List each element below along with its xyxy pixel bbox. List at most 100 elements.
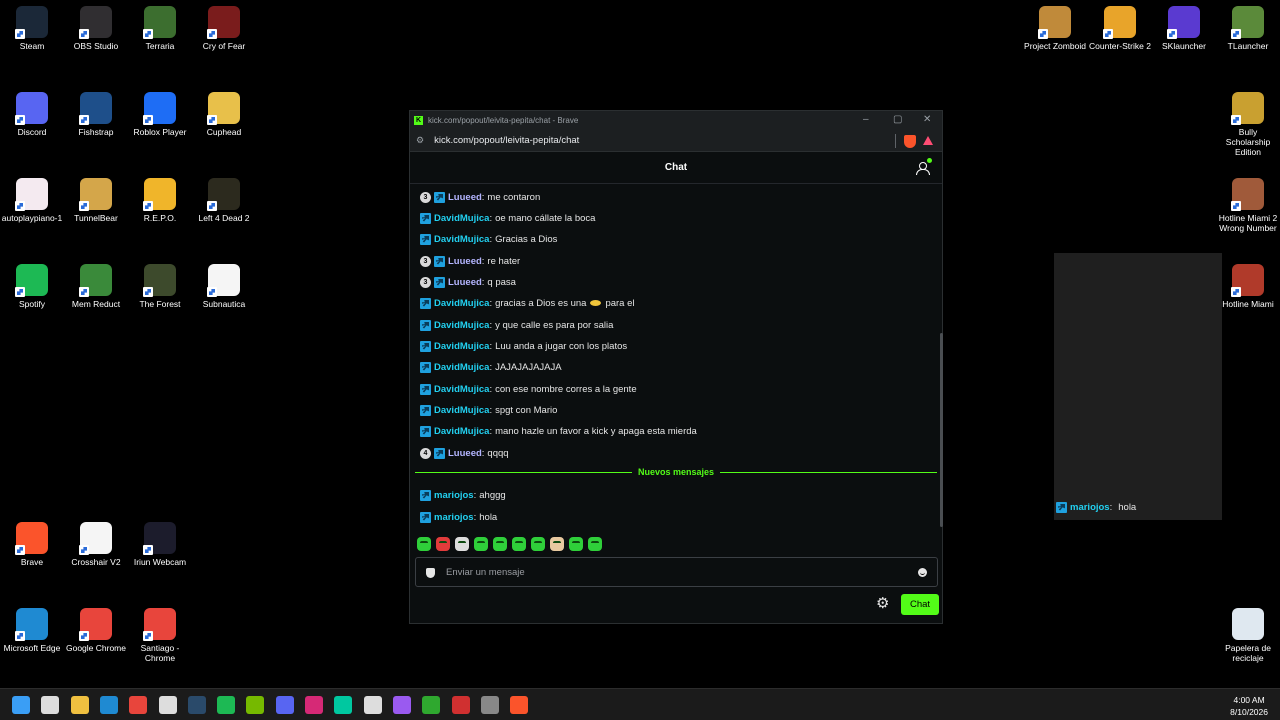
chat-username[interactable]: DavidMujica (434, 320, 489, 331)
taskbar-start-icon[interactable] (12, 696, 30, 714)
desktop-icon-hotline-miami[interactable]: Hotline Miami (1216, 264, 1280, 309)
desktop-icon-fishstrap[interactable]: Fishstrap (64, 92, 128, 137)
clock[interactable]: 4:00 AM 8/10/2026 (1230, 694, 1268, 718)
taskbar-nvidia-icon[interactable] (246, 696, 265, 714)
taskbar-chrome-icon[interactable] (129, 696, 148, 714)
emote-icon[interactable] (417, 537, 431, 551)
chat-username[interactable]: DavidMujica (434, 426, 489, 437)
chat-username[interactable]: mariojos (434, 512, 474, 523)
taskbar-edge-icon[interactable] (99, 696, 118, 714)
chat-username[interactable]: mariojos (434, 490, 474, 501)
desktop-icon-counter-strike-2[interactable]: Counter-Strike 2 (1088, 6, 1152, 51)
chat-text: q pasa (487, 276, 516, 288)
app-icon (143, 522, 176, 555)
app-icon (79, 608, 112, 641)
brave-shield-icon[interactable] (904, 135, 916, 148)
desktop-icon-project-zomboid[interactable]: Project Zomboid (1023, 6, 1087, 51)
taskbar-steam-icon[interactable] (187, 696, 206, 714)
emote-icon[interactable] (569, 537, 583, 551)
shortcut-arrow-icon (15, 631, 25, 641)
desktop-icon-r-e-p-o-[interactable]: R.E.P.O. (128, 178, 192, 223)
url-text[interactable]: kick.com/popout/leivita-pepita/chat (434, 135, 579, 146)
desktop-icon-label: Roblox Player (133, 127, 187, 137)
taskbar-file-explorer-icon[interactable] (70, 696, 89, 714)
message-placeholder[interactable]: Enviar un mensaje (446, 567, 525, 578)
desktop-icon-roblox-player[interactable]: Roblox Player (128, 92, 192, 137)
desktop-icon-hotline-miami-2-wrong-number[interactable]: Hotline Miami 2 Wrong Number (1216, 178, 1280, 233)
desktop-icon-microsoft-edge[interactable]: Microsoft Edge (0, 608, 64, 653)
subscriber-badge-icon (434, 255, 445, 267)
taskbar-terminal-icon[interactable] (334, 696, 353, 714)
taskbar-search-icon[interactable] (41, 696, 60, 714)
taskbar-obs-icon[interactable] (480, 696, 499, 714)
chat-username[interactable]: Luueed (448, 192, 482, 203)
taskbar-app-icon[interactable] (392, 696, 411, 714)
taskbar-app-icon[interactable] (451, 696, 470, 714)
chat-username[interactable]: DavidMujica (434, 298, 489, 309)
scrollbar[interactable] (940, 333, 943, 527)
chat-username[interactable]: DavidMujica (434, 213, 489, 224)
chat-username[interactable]: DavidMujica (434, 384, 489, 395)
taskbar-instagram-icon[interactable] (305, 696, 323, 714)
emote-icon[interactable] (493, 537, 507, 551)
desktop-icon-autoplaypiano-1[interactable]: autoplaypiano-1 (0, 178, 64, 223)
desktop-icon-cry-of-fear[interactable]: Cry of Fear (192, 6, 256, 51)
desktop-icon-brave[interactable]: Brave (0, 522, 64, 567)
desktop-icon-discord[interactable]: Discord (0, 92, 64, 137)
emote-icon[interactable] (512, 537, 526, 551)
desktop-icon-sklauncher[interactable]: SKlauncher (1152, 6, 1216, 51)
settings-gear-icon[interactable]: ⚙ (876, 596, 890, 611)
emote-icon[interactable] (436, 537, 450, 551)
minimize-icon[interactable]: – (863, 114, 869, 125)
taskbar-brave-icon[interactable] (510, 696, 529, 714)
desktop-icon-cuphead[interactable]: Cuphead (192, 92, 256, 137)
desktop-icon-papelera-de-reciclaje[interactable]: Papelera de reciclaje (1216, 608, 1280, 663)
desktop-icon-crosshair-v2[interactable]: Crosshair V2 (64, 522, 128, 567)
message-input[interactable]: Enviar un mensaje (415, 557, 938, 587)
desktop-icon-santiago-chrome[interactable]: Santiago - Chrome (128, 608, 192, 663)
emote-icon[interactable] (531, 537, 545, 551)
shortcut-arrow-icon (79, 29, 89, 39)
desktop-icon-google-chrome[interactable]: Google Chrome (64, 608, 128, 653)
chat-username[interactable]: Luueed (448, 448, 482, 459)
desktop-icon-terraria[interactable]: Terraria (128, 6, 192, 51)
desktop-icon-subnautica[interactable]: Subnautica (192, 264, 256, 309)
chat-rules-icon[interactable] (426, 568, 435, 578)
desktop-icon-spotify[interactable]: Spotify (0, 264, 64, 309)
chat-username[interactable]: DavidMujica (434, 405, 489, 416)
desktop-icon-tlauncher[interactable]: TLauncher (1216, 6, 1280, 51)
desktop-icon-the-forest[interactable]: The Forest (128, 264, 192, 309)
emote-icon[interactable] (474, 537, 488, 551)
maximize-icon[interactable]: ▢ (893, 114, 902, 125)
emoji-icon[interactable] (918, 568, 927, 577)
desktop-icon-bully-scholarship-edition[interactable]: Bully Scholarship Edition (1216, 92, 1280, 157)
send-chat-button[interactable]: Chat (901, 594, 939, 615)
desktop-icon-obs-studio[interactable]: OBS Studio (64, 6, 128, 51)
site-settings-icon[interactable]: ⚙ (416, 135, 424, 146)
subscriber-badge-icon (420, 212, 431, 224)
desktop-icon-label: Brave (20, 557, 44, 567)
chat-username[interactable]: DavidMujica (434, 362, 489, 373)
chat-username[interactable]: Luueed (448, 277, 482, 288)
taskbar-xbox-icon[interactable] (422, 696, 441, 714)
taskbar-spotify-icon[interactable] (217, 696, 236, 714)
desktop-icon-mem-reduct[interactable]: Mem Reduct (64, 264, 128, 309)
chat-username[interactable]: DavidMujica (434, 234, 489, 245)
emote-icon[interactable] (588, 537, 602, 551)
desktop-icon-tunnelbear[interactable]: TunnelBear (64, 178, 128, 223)
desktop-icon-iriun-webcam[interactable]: Iriun Webcam (128, 522, 192, 567)
emote-icon[interactable] (455, 537, 469, 551)
chat-username[interactable]: Luueed (448, 256, 482, 267)
address-bar[interactable]: ⚙ kick.com/popout/leivita-pepita/chat (410, 130, 942, 152)
desktop-icon-left-4-dead-2[interactable]: Left 4 Dead 2 (192, 178, 256, 223)
emote-icon[interactable] (550, 537, 564, 551)
brave-rewards-icon[interactable] (923, 136, 933, 145)
users-icon[interactable] (916, 161, 930, 175)
close-icon[interactable]: ✕ (923, 114, 931, 125)
taskbar-app-icon[interactable] (158, 696, 177, 714)
desktop-icon-steam[interactable]: Steam (0, 6, 64, 51)
chat-username[interactable]: DavidMujica (434, 341, 489, 352)
title-bar: K kick.com/popout/leivita-pepita/chat - … (410, 111, 942, 130)
taskbar-steelseries-icon[interactable] (363, 696, 382, 714)
taskbar-discord-icon[interactable] (275, 696, 294, 714)
